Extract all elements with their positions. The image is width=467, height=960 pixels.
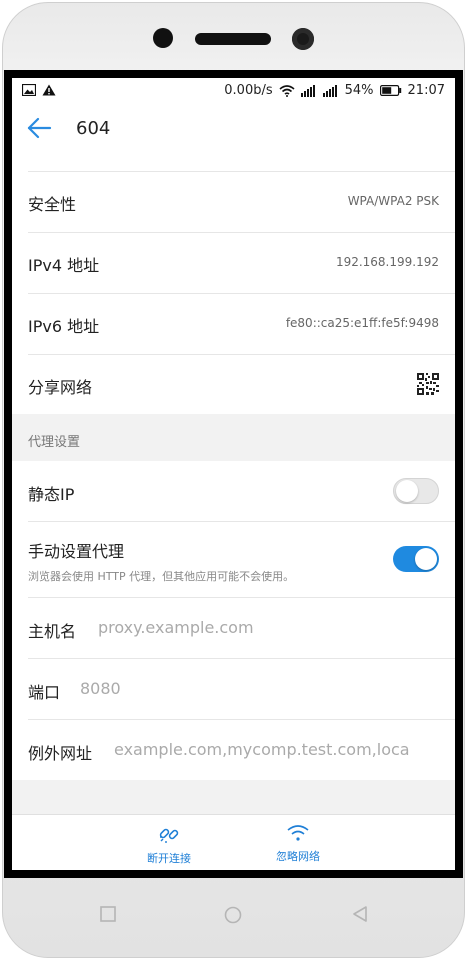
wifi-icon bbox=[279, 84, 295, 97]
security-value: WPA/WPA2 PSK bbox=[347, 194, 439, 208]
security-row: 安全性 WPA/WPA2 PSK bbox=[28, 172, 455, 233]
screen: 0.00b/s 54% 21:07 604 安全性 WPA/WPA2 PSK I… bbox=[12, 78, 455, 870]
security-label: 安全性 bbox=[28, 195, 77, 214]
proxy-section-header: 代理设置 bbox=[12, 414, 455, 461]
exclusions-label: 例外网址 bbox=[28, 744, 93, 763]
share-network-label: 分享网络 bbox=[28, 378, 93, 397]
manual-proxy-label: 手动设置代理 bbox=[28, 542, 125, 561]
ipv6-label: IPv6 地址 bbox=[28, 317, 100, 336]
status-bar: 0.00b/s 54% 21:07 bbox=[12, 78, 455, 106]
recent-apps-key-icon[interactable] bbox=[100, 906, 116, 926]
ipv6-value: fe80::ca25:e1ff:fe5f:9498 bbox=[285, 316, 439, 330]
hostname-input[interactable]: proxy.example.com bbox=[98, 618, 438, 637]
manual-proxy-toggle[interactable] bbox=[393, 546, 439, 572]
share-network-row[interactable]: 分享网络 bbox=[28, 355, 455, 416]
toggle-knob bbox=[415, 548, 437, 570]
front-camera-icon bbox=[292, 28, 314, 50]
disconnect-label: 断开连接 bbox=[147, 852, 191, 865]
signal-icon bbox=[300, 84, 317, 97]
home-key-icon[interactable] bbox=[224, 906, 242, 928]
ipv6-row: IPv6 地址 fe80::ca25:e1ff:fe5f:9498 bbox=[28, 294, 455, 355]
battery-percent: 54% bbox=[344, 83, 374, 98]
image-notification-icon bbox=[22, 84, 36, 96]
page-title: 604 bbox=[76, 118, 111, 139]
port-label: 端口 bbox=[28, 683, 61, 702]
proxy-settings-list: 静态IP 手动设置代理 浏览器会使用 HTTP 代理，但其他应用可能不会使用。 … bbox=[12, 461, 455, 780]
warning-icon bbox=[42, 84, 56, 96]
hostname-label: 主机名 bbox=[28, 622, 77, 641]
back-key-icon[interactable] bbox=[352, 906, 368, 926]
section-title: 代理设置 bbox=[28, 435, 81, 450]
toggle-knob bbox=[396, 480, 418, 502]
forget-network-button[interactable]: 忽略网络 bbox=[253, 823, 343, 864]
static-ip-toggle[interactable] bbox=[393, 478, 439, 504]
ipv4-row: IPv4 地址 192.168.199.192 bbox=[28, 233, 455, 294]
port-row: 端口 8080 bbox=[28, 659, 455, 720]
port-input[interactable]: 8080 bbox=[80, 679, 430, 698]
hostname-row: 主机名 proxy.example.com bbox=[28, 598, 455, 659]
exclusions-input[interactable]: example.com,mycomp.test.com,loca bbox=[114, 740, 410, 759]
earpiece-speaker bbox=[195, 33, 271, 45]
static-ip-row[interactable]: 静态IP bbox=[28, 461, 455, 522]
network-details-list: 安全性 WPA/WPA2 PSK IPv4 地址 192.168.199.192… bbox=[12, 150, 455, 416]
list-item-partial bbox=[28, 150, 455, 172]
broken-link-icon bbox=[124, 823, 214, 845]
forget-network-label: 忽略网络 bbox=[276, 850, 320, 863]
exclusions-row: 例外网址 example.com,mycomp.test.com,loca bbox=[28, 720, 455, 780]
manual-proxy-hint: 浏览器会使用 HTTP 代理，但其他应用可能不会使用。 bbox=[28, 570, 295, 583]
disconnect-button[interactable]: 断开连接 bbox=[124, 823, 214, 866]
bottom-action-bar: 断开连接 忽略网络 bbox=[12, 814, 455, 870]
battery-icon bbox=[379, 85, 402, 96]
signal-icon bbox=[322, 84, 339, 97]
phone-frame: 0.00b/s 54% 21:07 604 安全性 WPA/WPA2 PSK I… bbox=[0, 0, 467, 960]
manual-proxy-row[interactable]: 手动设置代理 浏览器会使用 HTTP 代理，但其他应用可能不会使用。 bbox=[28, 522, 455, 598]
clock: 21:07 bbox=[407, 83, 445, 98]
qr-code-icon[interactable] bbox=[417, 373, 439, 395]
ipv4-value: 192.168.199.192 bbox=[335, 255, 439, 269]
back-arrow-icon[interactable] bbox=[26, 116, 52, 140]
title-bar: 604 bbox=[12, 106, 455, 150]
static-ip-label: 静态IP bbox=[28, 485, 75, 504]
network-speed: 0.00b/s bbox=[224, 83, 273, 98]
ipv4-label: IPv4 地址 bbox=[28, 256, 100, 275]
wifi-forget-icon bbox=[253, 823, 343, 843]
sensor-icon bbox=[153, 28, 173, 48]
